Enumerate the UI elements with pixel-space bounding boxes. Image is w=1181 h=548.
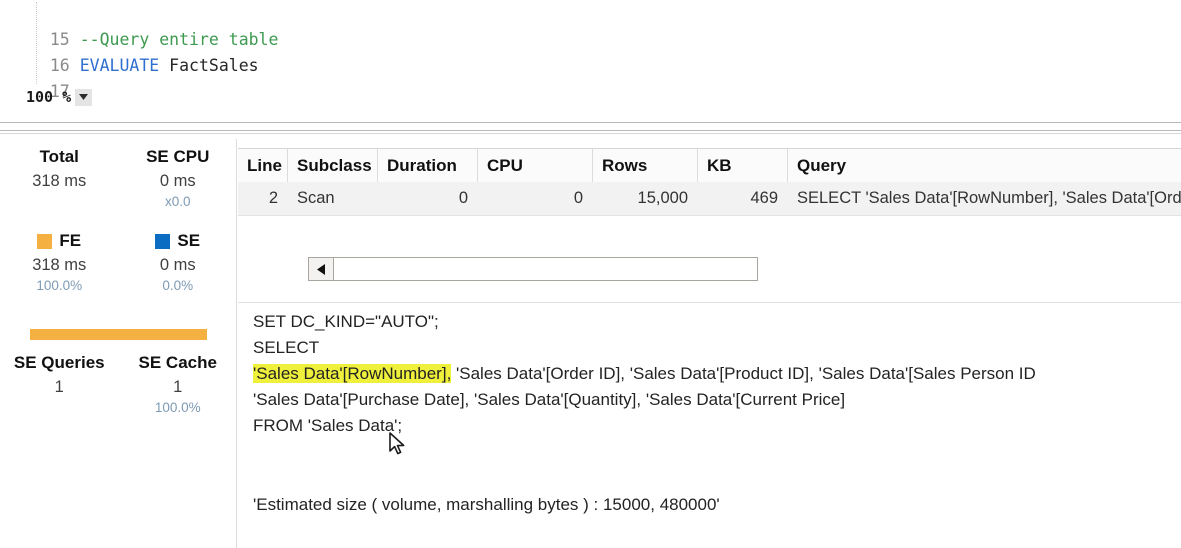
column-header-cpu[interactable]: CPU [478,149,593,183]
fe-ratio-bar-fill [30,329,207,340]
code-identifier-factsales: FactSales [159,56,259,75]
timings-table-header: Line Subclass Duration CPU Rows KB Query [238,148,1181,184]
splitter-line-mid [0,130,1181,131]
metric-se-cache-percent: 100.0% [154,400,201,415]
se-color-swatch-icon [155,233,171,249]
sql-highlighted-column: 'Sales Data'[RowNumber], [253,364,452,383]
server-timings-metrics-panel: Total 318 ms SE CPU 0 ms x0.0 FE 318 ms … [0,139,237,548]
panel-splitter[interactable] [0,121,1181,135]
metric-se-cache-value: 1 [173,378,183,396]
cell-subclass: Scan [297,189,335,207]
splitter-line-top [0,122,1181,123]
column-header-kb[interactable]: KB [698,149,788,183]
sql-line-5: FROM 'Sales Data'; [253,416,403,435]
metric-se-cache-label: SE Cache [138,353,217,372]
sql-line-2: SELECT [253,338,320,357]
metric-se: SE 0 ms 0.0% [119,229,238,295]
metric-se-cpu: SE CPU 0 ms x0.0 [119,145,238,211]
chevron-down-icon[interactable] [75,88,93,106]
cell-line: 2 [268,189,278,207]
metric-se-queries-value: 1 [54,378,64,396]
column-header-query[interactable]: Query [788,149,1181,183]
zoom-level-label: 100 % [26,88,72,106]
server-timings-results-panel: Line Subclass Duration CPU Rows KB Query… [238,139,1181,548]
code-line-17[interactable]: 17 [0,56,70,101]
cell-duration: 0 [458,189,468,207]
scrollbar-track[interactable] [334,258,757,280]
metric-fe-value: 318 ms [32,256,87,274]
metric-se-legend: SE [119,229,238,253]
horizontal-scrollbar[interactable] [308,257,758,281]
metric-se-value: 0 ms [159,256,196,274]
cell-query: SELECT 'Sales Data'[RowNumber], 'Sales D… [797,189,1181,207]
metric-se-percent: 0.0% [162,278,194,293]
sql-estimated-size-text: 'Estimated size ( volume, marshalling by… [253,495,720,514]
sql-line-4: 'Sales Data'[Purchase Date], 'Sales Data… [253,390,846,409]
code-line-15[interactable]: 15 --Query entire table [0,4,279,49]
table-row[interactable]: 2 Scan 0 0 15,000 469 SELECT 'Sales Data… [238,182,1181,216]
metric-se-cpu-multiplier: x0.0 [164,194,191,209]
sql-panel-divider [238,302,1181,303]
metric-fe-percent: 100.0% [36,278,83,293]
column-header-rows[interactable]: Rows [593,149,698,183]
metric-fe-label: FE [59,231,82,250]
cell-kb: 469 [750,189,778,207]
metric-total-label: Total [39,147,79,166]
fe-color-swatch-icon [37,233,53,249]
fe-se-ratio-bar [30,329,207,340]
dax-code-editor[interactable]: 15 --Query entire table 16 EVALUATE FactSa… [0,0,1181,110]
sql-line-3: 'Sales Data'[RowNumber], 'Sales Data'[Or… [238,361,1181,387]
sql-line-1: SET DC_KIND="AUTO"; [253,312,439,331]
column-header-line[interactable]: Line [238,149,288,183]
cell-cpu: 0 [573,189,583,207]
metrics-panel-divider [236,139,237,548]
metric-total: Total 318 ms [0,145,119,211]
metric-fe-legend: FE [0,229,119,253]
metric-se-queries-label: SE Queries [13,353,105,372]
cell-rows: 15,000 [637,189,688,207]
metric-se-cache: SE Cache 1 100.0% [119,351,238,417]
metric-se-queries: SE Queries 1 [0,351,119,417]
triangle-left-icon[interactable] [309,258,334,280]
editor-zoom-control[interactable]: 100 % [26,86,93,108]
metric-total-value: 318 ms [32,172,87,190]
column-header-subclass[interactable]: Subclass [288,149,378,183]
metric-se-cpu-value: 0 ms [159,172,196,190]
code-line-16[interactable]: 16 EVALUATE FactSales [0,30,259,75]
metric-fe: FE 318 ms 100.0% [0,229,119,295]
metric-se-cpu-label: SE CPU [146,147,210,166]
metric-se-label: SE [177,231,201,250]
sql-line-3-rest: 'Sales Data'[Order ID], 'Sales Data'[Pro… [451,364,1036,383]
code-keyword-evaluate: EVALUATE [79,56,160,75]
splitter-line-bottom [0,133,1181,134]
column-header-duration[interactable]: Duration [378,149,478,183]
